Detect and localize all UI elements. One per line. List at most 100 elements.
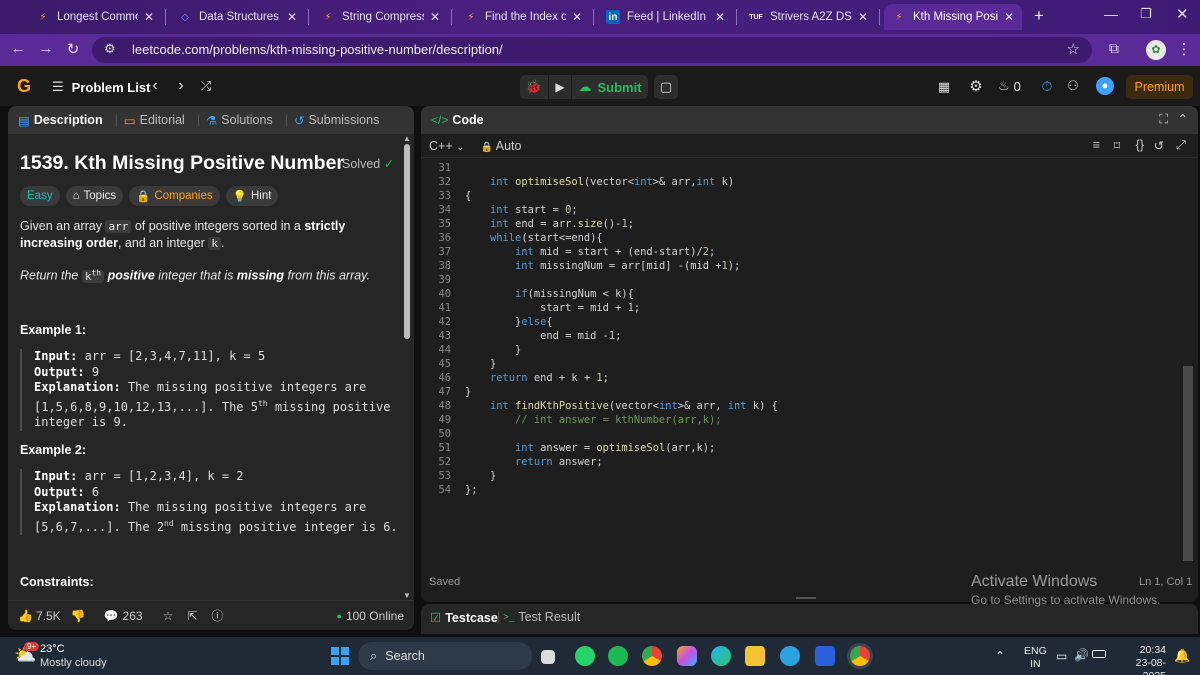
chrome-active-icon[interactable] [850, 646, 870, 666]
code-line[interactable]: 48 int findKthPositive(vector<int>& arr,… [421, 399, 1181, 413]
code-line[interactable]: 53 } [421, 469, 1181, 483]
timer-icon[interactable]: ⏱ [1038, 77, 1056, 95]
fullscreen-icon[interactable]: ⛶ [1159, 112, 1168, 127]
back-icon[interactable]: ← [8, 40, 28, 57]
browser-menu-icon[interactable]: ⋮ [1174, 40, 1194, 58]
site-settings-icon[interactable]: ⚙ [104, 41, 116, 57]
code-line[interactable]: 31 [421, 161, 1181, 175]
left-scrollbar[interactable] [404, 144, 410, 339]
close-window-button[interactable]: ✕ [1176, 5, 1189, 23]
panel-resize-handle[interactable] [796, 597, 816, 599]
leetcode-logo-icon[interactable]: G [14, 76, 34, 96]
reset-icon[interactable]: ↺ [1154, 138, 1164, 153]
new-tab-button[interactable]: + [1034, 6, 1044, 26]
code-line[interactable]: 44 } [421, 343, 1181, 357]
code-line[interactable]: 35 int end = arr.size()-1; [421, 217, 1181, 231]
battery-icon[interactable] [1092, 650, 1106, 658]
topics-tag[interactable]: ⌂ Topics [65, 186, 124, 206]
scroll-up-icon[interactable]: ▲ [403, 134, 411, 143]
code-line[interactable]: 51 int answer = optimiseSol(arr,k); [421, 441, 1181, 455]
tab-solutions[interactable]: ⚗ Solutions [206, 113, 273, 128]
restore-button[interactable]: ❐ [1140, 6, 1152, 22]
settings-icon[interactable]: ⚙ [967, 77, 985, 95]
store-icon[interactable] [815, 646, 835, 666]
windows-start-icon[interactable] [331, 647, 349, 665]
help-icon[interactable]: ⓘ [211, 607, 223, 624]
language-indicator[interactable]: ENG IN [1024, 645, 1047, 671]
dislike-icon[interactable]: 👎 [71, 609, 86, 623]
next-problem-icon[interactable]: › [174, 76, 188, 96]
tab-close-icon[interactable]: ✕ [715, 10, 725, 24]
tab-description[interactable]: ▤ Description [18, 113, 103, 128]
code-line[interactable]: 49 // int answer = kthNumber(arr,k); [421, 413, 1181, 427]
spotify-icon[interactable] [608, 646, 628, 666]
code-line[interactable]: 34 int start = 0; [421, 203, 1181, 217]
hint-tag[interactable]: 💡 Hint [225, 186, 279, 206]
star-icon[interactable]: ☆ [163, 609, 174, 623]
code-line[interactable]: 38 int missingNum = arr[mid] -(mid +1); [421, 259, 1181, 273]
premium-button[interactable]: Premium [1126, 75, 1193, 99]
code-line[interactable]: 50 [421, 427, 1181, 441]
task-view-icon[interactable] [541, 650, 555, 664]
profile-avatar[interactable]: ✿ [1146, 40, 1166, 60]
tab-close-icon[interactable]: ✕ [1004, 10, 1014, 24]
tab-close-icon[interactable]: ✕ [858, 10, 868, 24]
tab-close-icon[interactable]: ✕ [144, 10, 154, 24]
forward-icon[interactable]: → [36, 40, 56, 57]
address-bar[interactable]: ⚙ leetcode.com/problems/kth-missing-posi… [92, 37, 1092, 63]
browser-tab[interactable]: ◇ Data Structures & Alg ✕ [170, 4, 305, 30]
like-button[interactable]: 👍 7.5K [18, 609, 61, 623]
reload-icon[interactable]: ↻ [63, 40, 83, 58]
browser-tab[interactable]: ⚡ Kth Missing Positive ✕ [884, 4, 1022, 30]
layout-icon[interactable]: ▦ [936, 78, 952, 96]
chrome-icon[interactable] [642, 646, 662, 666]
tray-chevron-icon[interactable]: ⌃ [995, 649, 1005, 663]
submit-button[interactable]: ☁ Submit [572, 75, 648, 99]
code-editor[interactable]: 31 32 int optimiseSol(vector<int>& arr,in… [421, 161, 1181, 561]
file-explorer-icon[interactable] [745, 646, 765, 666]
clock[interactable]: 20:34 23-08-2025 [1114, 644, 1166, 675]
weather-widget[interactable]: ⛅ 9+ 23°C Mostly cloudy [14, 642, 124, 671]
debug-button[interactable]: 🐞 [520, 75, 548, 99]
tab-test-result[interactable]: >_ Test Result [503, 610, 580, 624]
url-text[interactable]: leetcode.com/problems/kth-missing-positi… [132, 42, 503, 57]
expand-icon[interactable]: ⤢ [1176, 138, 1186, 153]
code-line[interactable]: 47} [421, 385, 1181, 399]
bookmark-star-icon[interactable]: ☆ [1067, 40, 1080, 58]
share-icon[interactable]: ⇱ [187, 609, 197, 623]
companies-tag[interactable]: 🔒 Companies [129, 186, 220, 206]
streak-button[interactable]: ♨ 0 [998, 77, 1021, 95]
network-icon[interactable]: ▭ [1056, 649, 1067, 663]
editor-scrollbar[interactable] [1183, 366, 1193, 561]
comments-button[interactable]: 💬 263 [104, 609, 143, 623]
copilot-icon[interactable] [677, 646, 697, 666]
volume-icon[interactable]: 🔊 [1074, 648, 1089, 662]
user-avatar[interactable]: ● [1096, 77, 1114, 95]
telegram-icon[interactable] [780, 646, 800, 666]
code-line[interactable]: 32 int optimiseSol(vector<int>& arr,int … [421, 175, 1181, 189]
notes-button[interactable]: ▢ [654, 75, 678, 99]
browser-tab[interactable]: in Feed | LinkedIn ✕ [598, 4, 733, 30]
taskbar-search[interactable]: ⌕ Search [358, 642, 532, 670]
braces-icon[interactable]: {} [1136, 138, 1144, 152]
code-line[interactable]: 45 } [421, 357, 1181, 371]
code-line[interactable]: 42 }else{ [421, 315, 1181, 329]
code-line[interactable]: 39 [421, 273, 1181, 287]
code-line[interactable]: 54}; [421, 483, 1181, 497]
collapse-icon[interactable]: ⌃ [1178, 111, 1188, 126]
difficulty-tag[interactable]: Easy [20, 186, 60, 206]
code-line[interactable]: 41 start = mid + 1; [421, 301, 1181, 315]
scroll-down-icon[interactable]: ▼ [403, 591, 411, 600]
shuffle-icon[interactable]: ⤮ [198, 77, 214, 95]
edge-icon[interactable] [711, 646, 731, 666]
tab-close-icon[interactable]: ✕ [287, 10, 297, 24]
add-friend-icon[interactable]: ⚇ [1064, 77, 1082, 95]
bookmark-icon[interactable]: ⌑ [1114, 138, 1120, 153]
problem-list-button[interactable]: ☰ Problem List [52, 77, 150, 97]
code-line[interactable]: 33 { [421, 189, 1181, 203]
tab-close-icon[interactable]: ✕ [430, 10, 440, 24]
code-line[interactable]: 46 return end + k + 1; [421, 371, 1181, 385]
code-line[interactable]: 36 while(start<=end){ [421, 231, 1181, 245]
code-line[interactable]: 40 if(missingNum < k){ [421, 287, 1181, 301]
browser-tab[interactable]: ⚡ Longest Common Pr ✕ [28, 4, 162, 30]
